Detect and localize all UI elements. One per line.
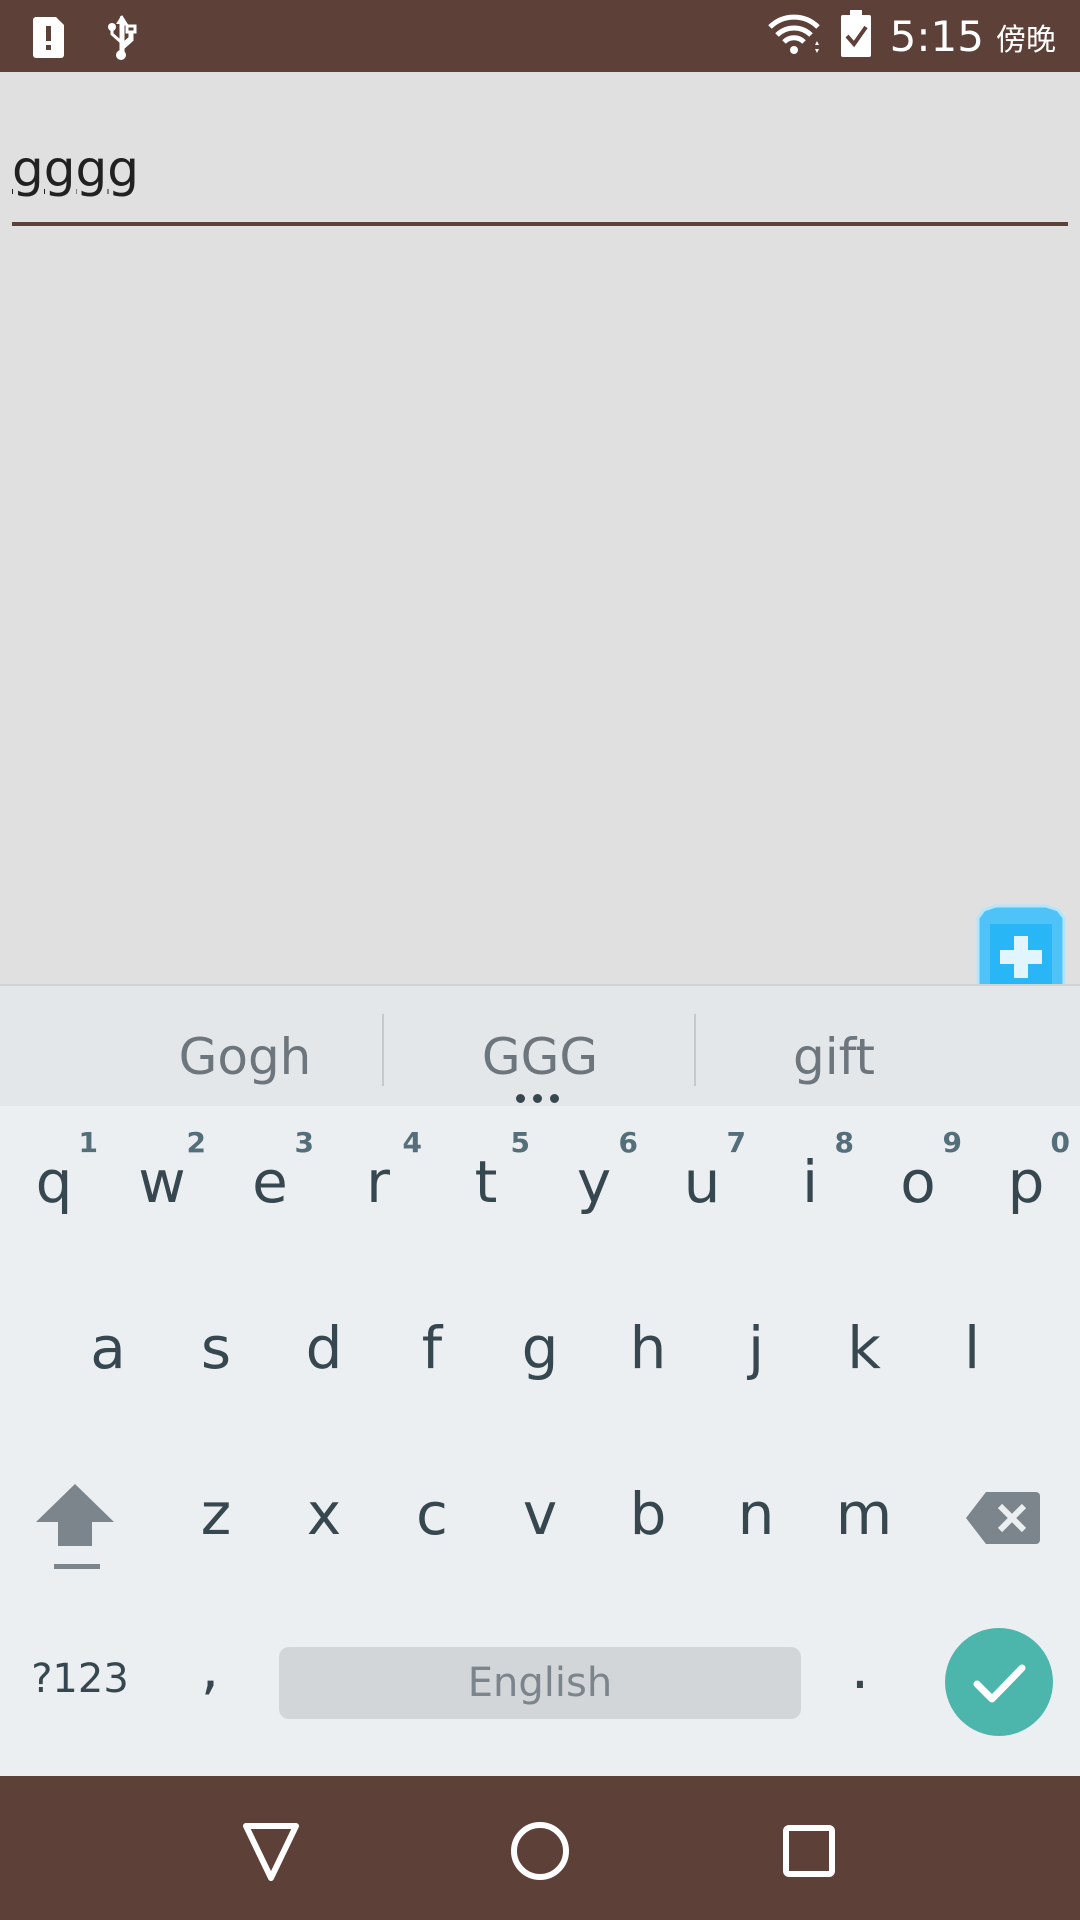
key-d[interactable]: d — [270, 1274, 378, 1424]
suggestion-divider — [382, 1014, 384, 1086]
navigation-bar — [0, 1776, 1080, 1920]
battery-icon — [840, 10, 872, 63]
key-label: u — [683, 1148, 721, 1216]
key-r[interactable]: 4 r — [324, 1108, 432, 1258]
key-label: a — [90, 1314, 126, 1382]
key-t[interactable]: 5 t — [432, 1108, 540, 1258]
key-label: y — [576, 1148, 612, 1216]
suggestion-1[interactable]: Gogh — [95, 1028, 395, 1086]
key-u[interactable]: 7 u — [648, 1108, 756, 1258]
period-key[interactable]: . — [840, 1634, 880, 1714]
symbols-key[interactable]: ?123 — [20, 1656, 140, 1716]
checkmark-icon — [973, 1664, 1026, 1703]
key-z[interactable]: z — [162, 1440, 270, 1590]
status-time: 5:15 — [889, 12, 984, 61]
key-c[interactable]: c — [378, 1440, 486, 1590]
key-label: n — [737, 1480, 775, 1548]
suggestion-3[interactable]: gift — [684, 1028, 984, 1086]
key-g[interactable]: g — [486, 1274, 594, 1424]
sd-card-alert-icon — [30, 15, 66, 64]
key-label: e — [252, 1148, 288, 1216]
key-label: r — [366, 1148, 390, 1216]
space-key[interactable]: English — [279, 1647, 801, 1719]
key-p[interactable]: 0 p — [972, 1108, 1080, 1258]
done-key[interactable] — [945, 1628, 1053, 1736]
key-label: t — [474, 1148, 498, 1216]
note-editor-area[interactable]: gggg — [0, 72, 1080, 984]
status-period: 傍晚 — [996, 22, 1056, 58]
key-label: z — [200, 1480, 232, 1548]
home-button[interactable] — [495, 1806, 585, 1896]
key-label: f — [421, 1314, 443, 1382]
key-label: o — [900, 1148, 936, 1216]
key-x[interactable]: x — [270, 1440, 378, 1590]
shift-key[interactable] — [30, 1478, 120, 1578]
key-label: g — [521, 1314, 559, 1382]
backspace-icon — [966, 1492, 1040, 1544]
key-label: s — [200, 1314, 232, 1382]
key-label: h — [629, 1314, 667, 1382]
input-text: gggg — [12, 140, 139, 198]
key-b[interactable]: b — [594, 1440, 702, 1590]
key-j[interactable]: j — [702, 1274, 810, 1424]
floating-add-badge-icon[interactable] — [976, 904, 1066, 988]
key-e[interactable]: 3 e — [216, 1108, 324, 1258]
comma-key[interactable]: , — [180, 1634, 240, 1714]
key-label: l — [963, 1314, 981, 1382]
shift-arrow-icon — [36, 1484, 114, 1569]
key-f[interactable]: f — [378, 1274, 486, 1424]
status-bar: 5:15 傍晚 — [0, 0, 1080, 72]
wifi-icon — [766, 11, 822, 62]
key-h[interactable]: h — [594, 1274, 702, 1424]
suggestion-strip: Gogh GGG gift — [0, 984, 1080, 1106]
recent-apps-square-icon — [783, 1825, 835, 1877]
back-button[interactable] — [226, 1806, 316, 1896]
key-label: d — [305, 1314, 343, 1382]
usb-icon — [104, 14, 138, 65]
recent-apps-button[interactable] — [764, 1806, 854, 1896]
key-label: x — [306, 1480, 342, 1548]
key-label: p — [1007, 1148, 1045, 1216]
more-suggestions-icon[interactable] — [516, 1094, 559, 1103]
soft-keyboard: Gogh GGG gift 1 q 2 w 3 e 4 r 5 t 6 y 7 … — [0, 984, 1080, 1776]
key-o[interactable]: 9 o — [864, 1108, 972, 1258]
key-label: k — [847, 1314, 881, 1382]
key-s[interactable]: s — [162, 1274, 270, 1424]
key-n[interactable]: n — [702, 1440, 810, 1590]
key-label: w — [138, 1148, 186, 1216]
key-q[interactable]: 1 q — [0, 1108, 108, 1258]
back-triangle-icon — [243, 1823, 299, 1881]
key-label: c — [416, 1480, 448, 1548]
key-k[interactable]: k — [810, 1274, 918, 1424]
key-a[interactable]: a — [54, 1274, 162, 1424]
key-label: j — [747, 1314, 765, 1382]
key-l[interactable]: l — [918, 1274, 1026, 1424]
key-i[interactable]: 8 i — [756, 1108, 864, 1258]
key-y[interactable]: 6 y — [540, 1108, 648, 1258]
key-m[interactable]: m — [810, 1440, 918, 1590]
backspace-key[interactable] — [964, 1488, 1044, 1548]
key-label: i — [801, 1148, 819, 1216]
key-label: m — [835, 1480, 893, 1548]
key-label: q — [35, 1148, 73, 1216]
suggestion-2[interactable]: GGG — [390, 1028, 690, 1086]
key-v[interactable]: v — [486, 1440, 594, 1590]
key-label: v — [522, 1480, 558, 1548]
home-circle-icon — [511, 1822, 569, 1880]
text-input-field[interactable]: gggg — [12, 110, 1068, 226]
key-label: b — [629, 1480, 667, 1548]
key-w[interactable]: 2 w — [108, 1108, 216, 1258]
